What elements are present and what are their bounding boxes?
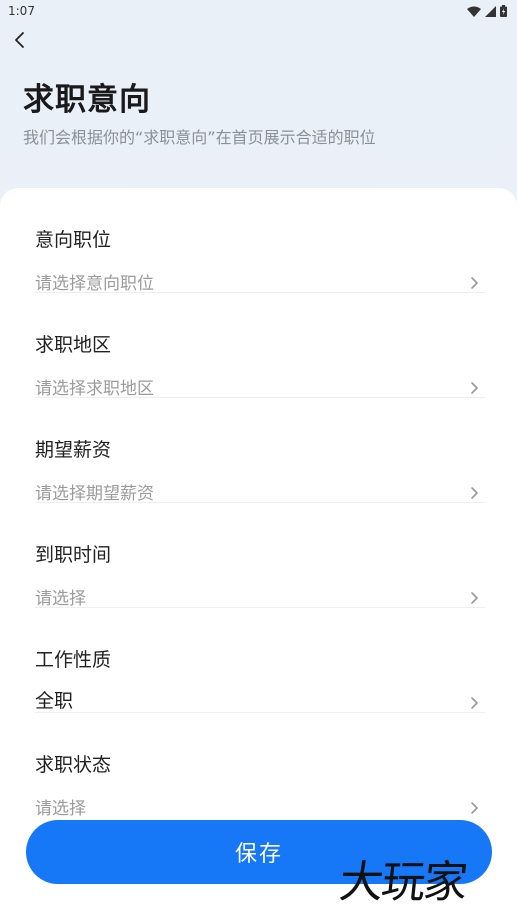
wifi-icon bbox=[467, 6, 481, 17]
signal-icon bbox=[485, 5, 496, 17]
chevron-right-icon bbox=[471, 697, 478, 709]
row-label: 到职时间 bbox=[35, 544, 112, 566]
row-label: 求职状态 bbox=[35, 754, 112, 776]
chevron-right-icon bbox=[471, 592, 478, 604]
watermark-logo: 大玩家 bbox=[336, 857, 469, 908]
row-value: 请选择期望薪资 bbox=[35, 484, 154, 504]
form-row-start-time[interactable]: 到职时间 请选择 bbox=[35, 503, 485, 609]
row-value: 全职 bbox=[35, 690, 74, 712]
form-row-job-type[interactable]: 工作性质 全职 bbox=[35, 608, 485, 713]
status-bar: 1:07 bbox=[0, 0, 517, 22]
row-value: 请选择意向职位 bbox=[35, 274, 154, 294]
row-label: 求职地区 bbox=[35, 334, 112, 356]
form-card: 意向职位 请选择意向职位 求职地区 请选择求职地区 期望薪资 请选择期望薪资 到… bbox=[0, 188, 517, 919]
page-subtitle: 我们会根据你的“求职意向”在首页展示合适的职位 bbox=[23, 128, 376, 147]
form-row-position[interactable]: 意向职位 请选择意向职位 bbox=[35, 188, 485, 294]
chevron-right-icon bbox=[471, 802, 478, 814]
back-button[interactable] bbox=[8, 26, 32, 54]
row-label: 工作性质 bbox=[35, 649, 112, 671]
row-value: 请选择 bbox=[35, 589, 86, 609]
status-time: 1:07 bbox=[8, 4, 35, 18]
chevron-right-icon bbox=[471, 382, 478, 394]
back-arrow-icon bbox=[15, 32, 24, 48]
chevron-right-icon bbox=[471, 277, 478, 289]
row-value: 请选择 bbox=[35, 799, 86, 819]
chevron-right-icon bbox=[471, 487, 478, 499]
row-label: 意向职位 bbox=[35, 229, 112, 251]
row-value: 请选择求职地区 bbox=[35, 379, 154, 399]
page-title: 求职意向 bbox=[23, 82, 151, 118]
form-row-job-status[interactable]: 求职状态 请选择 bbox=[35, 713, 485, 819]
row-label: 期望薪资 bbox=[35, 439, 112, 461]
status-icons bbox=[467, 5, 507, 17]
form-row-salary[interactable]: 期望薪资 请选择期望薪资 bbox=[35, 398, 485, 504]
form-row-region[interactable]: 求职地区 请选择求职地区 bbox=[35, 293, 485, 399]
battery-icon bbox=[500, 5, 507, 17]
